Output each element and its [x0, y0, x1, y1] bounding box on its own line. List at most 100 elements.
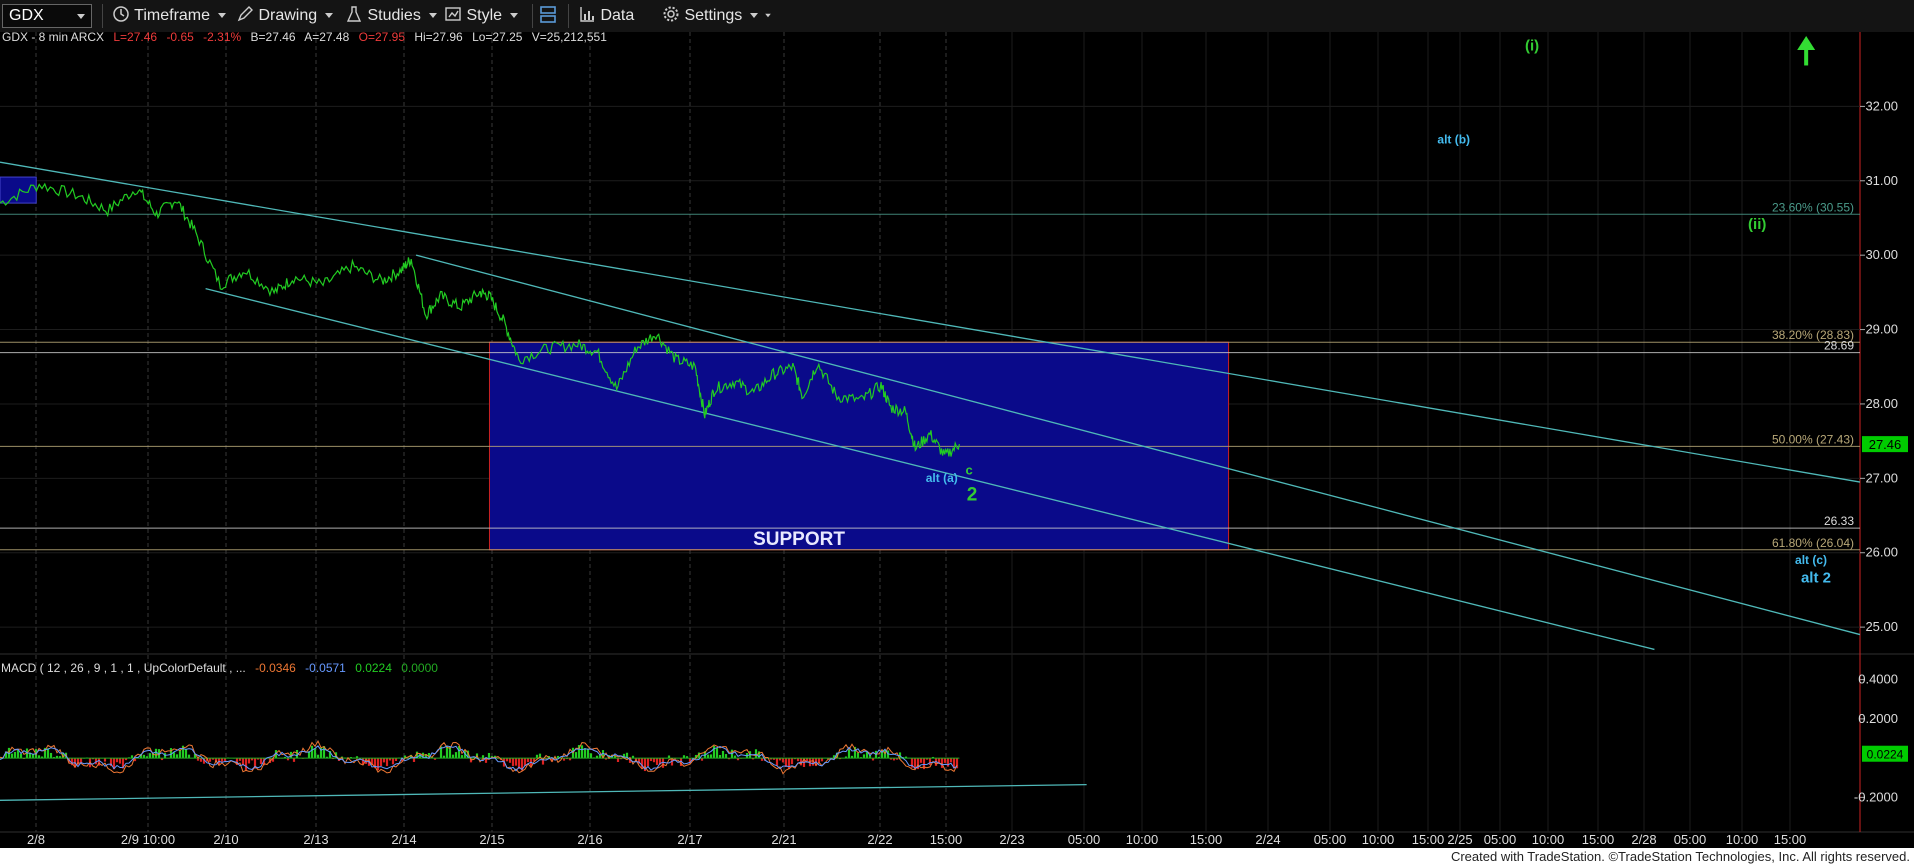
chevron-down-icon — [510, 13, 519, 19]
price-tick-label: 32.00 — [1865, 98, 1898, 113]
net-change: -0.65 — [166, 32, 194, 44]
time-tick-label: 05:00 — [1314, 832, 1347, 847]
layout-icon — [540, 6, 556, 23]
low-price: Lo=27.25 — [472, 32, 523, 44]
toolbar-divider — [532, 4, 533, 28]
price-tick-label: 31.00 — [1865, 173, 1898, 188]
chevron-down-icon — [77, 14, 85, 19]
data-label: Data — [600, 7, 635, 24]
price-tick-label: 27.00 — [1865, 470, 1898, 485]
chevron-down-icon — [325, 13, 334, 19]
time-tick-label: 2/15 — [479, 832, 504, 847]
footer-bar: Created with TradeStation. ©TradeStation… — [0, 848, 1914, 866]
time-tick-label: 10:00 — [1126, 832, 1159, 847]
symbol-info: GDX - 8 min ARCX — [2, 32, 104, 44]
chevron-down-icon — [750, 13, 759, 19]
macd-tick-label: -0.2000 — [1854, 789, 1898, 804]
flask-icon — [346, 6, 362, 22]
horizontal-level-label: 26.33 — [1824, 514, 1854, 528]
studies-label: Studies — [367, 7, 421, 24]
horizontal-level-label: 50.00% (27.43) — [1772, 432, 1854, 446]
time-tick-label: 2/24 — [1255, 832, 1280, 847]
timeframe-menu[interactable]: Timeframe — [112, 5, 227, 27]
time-tick-label: 10:00 — [1362, 832, 1395, 847]
toolbar-divider — [102, 4, 103, 28]
macd-value: -0.0346 — [255, 661, 296, 675]
macd-readout: MACD ( 12 , 26 , 9 , 1 , 1 , UpColorDefa… — [1, 661, 438, 675]
settings-label: Settings — [684, 7, 743, 24]
chevron-down-icon — [765, 14, 772, 18]
pencil-icon — [237, 6, 253, 22]
price-tick-label: 26.00 — [1865, 545, 1898, 560]
price-chart[interactable]: SUPPORT 23.60% (30.55)38.20% (28.83)28.6… — [0, 32, 1914, 848]
time-tick-label: 15:00 — [1774, 832, 1807, 847]
price-tick-label: 30.00 — [1865, 247, 1898, 262]
time-tick-label: 05:00 — [1674, 832, 1707, 847]
symbol-text: GDX — [9, 7, 44, 24]
drawing-label: Drawing — [258, 7, 318, 24]
toolbar-divider — [568, 4, 569, 28]
style-menu[interactable]: Style — [444, 5, 519, 27]
horizontal-level-label: 23.60% (30.55) — [1772, 200, 1854, 214]
settings-menu[interactable]: Settings — [662, 5, 772, 27]
macd-avg-value: -0.0571 — [305, 661, 346, 675]
gear-icon — [663, 6, 679, 22]
ask-price: A=27.48 — [304, 32, 349, 44]
time-tick-label: 2/8 — [27, 832, 45, 847]
macd-tick-label: 0.4000 — [1858, 672, 1898, 687]
macd-diff-value: 0.0224 — [355, 661, 392, 675]
volume: V=25,212,551 — [532, 32, 607, 44]
time-tick-label: 2/14 — [391, 832, 416, 847]
horizontal-level-label: 28.69 — [1824, 339, 1854, 353]
percent-change: -2.31% — [203, 32, 241, 44]
drawing-menu[interactable]: Drawing — [236, 5, 334, 27]
chevron-down-icon — [218, 13, 227, 19]
time-tick-label: 2/17 — [677, 832, 702, 847]
symbol-selector[interactable]: GDX — [2, 4, 92, 28]
time-tick-label: 2/10 — [213, 832, 238, 847]
bid-price: B=27.46 — [251, 32, 296, 44]
current-price-label: 27.46 — [1869, 437, 1902, 452]
timeframe-label: Timeframe — [134, 7, 211, 24]
macd-label: MACD ( 12 , 26 , 9 , 1 , 1 , UpColorDefa… — [1, 661, 246, 675]
style-label: Style — [466, 7, 503, 24]
macd-zero-value: 0.0000 — [401, 661, 438, 675]
time-tick-label: 15:00 — [1582, 832, 1615, 847]
horizontal-level-label: 61.80% (26.04) — [1772, 536, 1854, 550]
time-tick-label: 10:00 — [1726, 832, 1759, 847]
small-zone-box — [0, 176, 37, 204]
wave-label: 2 — [967, 485, 978, 506]
time-tick-label: 05:00 — [1068, 832, 1101, 847]
high-price: Hi=27.96 — [414, 32, 463, 44]
style-icon — [445, 7, 461, 21]
support-label: SUPPORT — [753, 529, 845, 550]
open-price: O=27.95 — [359, 32, 406, 44]
time-tick-label: 2/13 — [303, 832, 328, 847]
wave-label: alt (b) — [1437, 133, 1470, 147]
layout-button[interactable] — [538, 5, 558, 27]
macd-tick-label: 0.2000 — [1858, 711, 1898, 726]
time-tick-label: 2/22 — [867, 832, 892, 847]
wave-label: (ii) — [1748, 216, 1766, 233]
macd-current-label: 0.0224 — [1867, 748, 1904, 762]
bar-chart-icon — [580, 7, 594, 22]
price-tick-label: 29.00 — [1865, 322, 1898, 337]
time-tick-label: 2/28 — [1631, 832, 1656, 847]
wave-label: alt (a) — [926, 471, 958, 485]
price-tick-label: 25.00 — [1865, 619, 1898, 634]
studies-menu[interactable]: Studies — [345, 5, 437, 27]
time-tick-label: 15:00 — [1412, 832, 1445, 847]
header-readout: GDX - 8 min ARCX L=27.46 -0.65 -2.31% B=… — [2, 32, 607, 44]
data-menu[interactable]: Data — [578, 5, 634, 27]
toolbar: GDX Timeframe Drawing Studies Style Data… — [0, 0, 1914, 33]
copyright-text: Created with TradeStation. ©TradeStation… — [1450, 849, 1910, 864]
time-tick-label: 15:00 — [930, 832, 963, 847]
time-tick-label: 2/16 — [577, 832, 602, 847]
last-price: L=27.46 — [113, 32, 157, 44]
time-tick-label: 05:00 — [1484, 832, 1517, 847]
time-tick-label: 15:00 — [1190, 832, 1223, 847]
time-tick-label: 2/9 10:00 — [121, 832, 175, 847]
time-tick-label: 2/25 — [1447, 832, 1472, 847]
wave-label: c — [966, 463, 973, 478]
clock-icon — [113, 6, 129, 22]
